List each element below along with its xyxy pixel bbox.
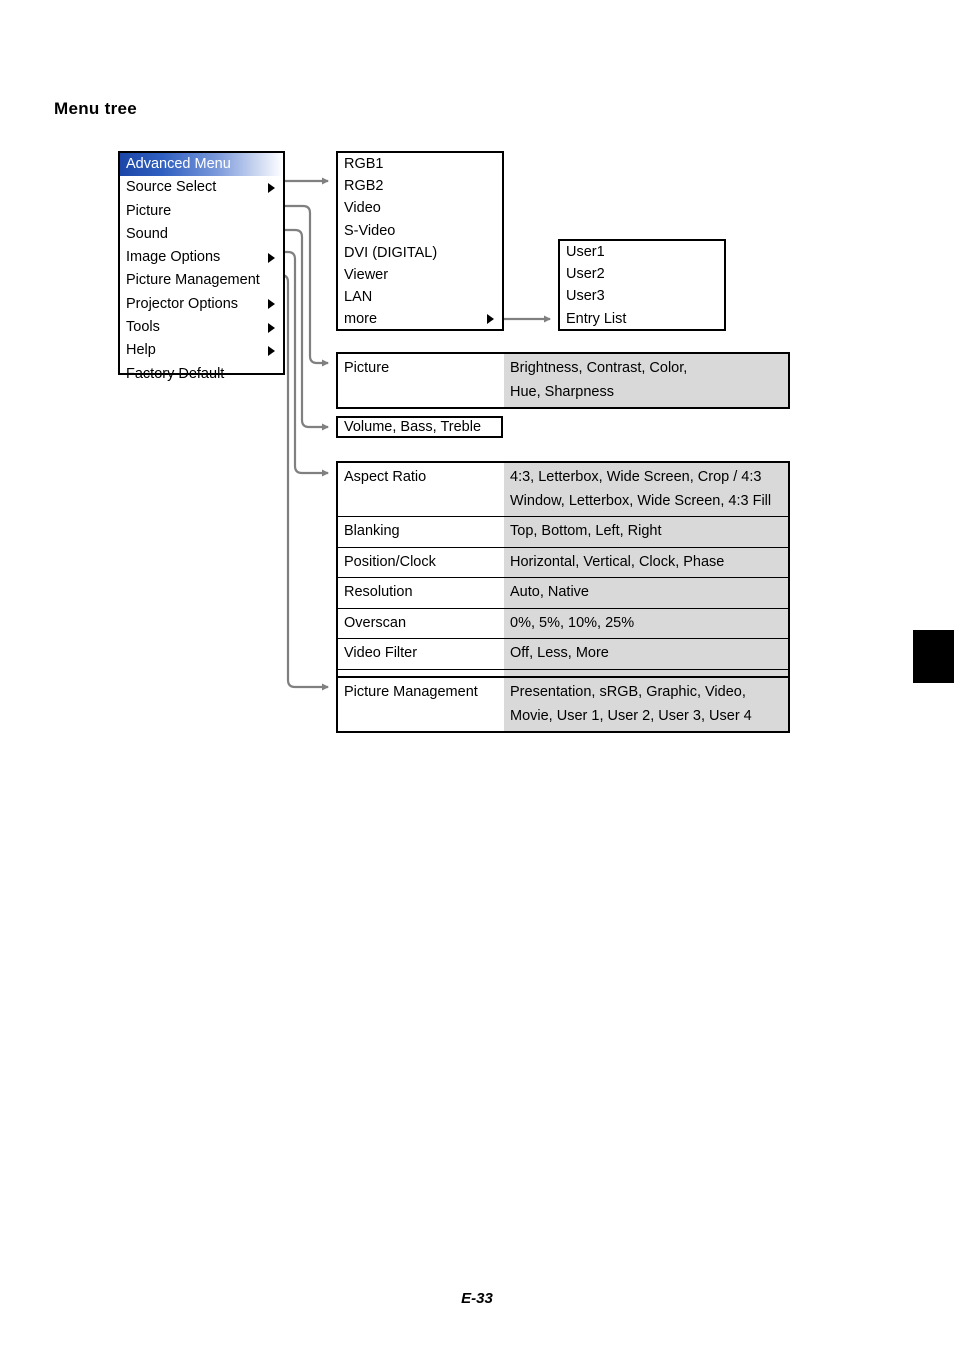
- page-number: E-33: [461, 1290, 493, 1307]
- row-values-cell: 4:3, Letterbox, Wide Screen, Crop / 4:3 …: [504, 463, 788, 516]
- user-item-user2[interactable]: User2: [560, 263, 724, 285]
- chevron-right-icon: [268, 346, 275, 357]
- chevron-right-icon: [268, 322, 275, 333]
- user-item-label: User1: [566, 244, 605, 260]
- row-name-cell: Picture Management: [338, 678, 504, 731]
- source-item-label: LAN: [344, 289, 373, 306]
- source-item-label: Video: [344, 200, 381, 217]
- table-row: Picture Management Presentation, sRGB, G…: [338, 678, 788, 731]
- table-row: Picture Brightness, Contrast, Color, Hue…: [338, 354, 788, 407]
- sound-values-box: Volume, Bass, Treble: [336, 416, 503, 438]
- source-item-rgb2[interactable]: RGB2: [338, 175, 502, 197]
- menu-item-label: Sound: [126, 225, 168, 242]
- row-values-cell: Brightness, Contrast, Color, Hue, Sharpn…: [504, 354, 788, 407]
- chevron-right-icon: [487, 314, 494, 325]
- table-row: Aspect Ratio 4:3, Letterbox, Wide Screen…: [338, 463, 788, 517]
- table-row: Position/Clock Horizontal, Vertical, Clo…: [338, 547, 788, 578]
- menu-item-projector-options[interactable]: Projector Options: [120, 293, 283, 316]
- source-item-lan[interactable]: LAN: [338, 286, 502, 308]
- source-item-video[interactable]: Video: [338, 197, 502, 219]
- row-name-cell: Picture: [338, 354, 504, 407]
- menu-item-label: Factory Default: [126, 365, 225, 382]
- row-name-cell: Aspect Ratio: [338, 463, 504, 516]
- user-list-panel: User1 User2 User3 Entry List: [558, 239, 726, 331]
- menu-item-label: Advanced Menu: [126, 156, 231, 172]
- source-item-s-video[interactable]: S-Video: [338, 220, 502, 242]
- picture-management-table: Picture Management Presentation, sRGB, G…: [336, 676, 790, 733]
- user-item-label: User3: [566, 288, 605, 305]
- row-values-cell: Auto, Native: [504, 578, 788, 608]
- row-name-cell: Resolution: [338, 578, 504, 608]
- table-row: Video Filter Off, Less, More: [338, 639, 788, 670]
- chevron-right-icon: [268, 252, 275, 263]
- menu-item-label: Help: [126, 342, 156, 359]
- user-item-user1[interactable]: User1: [560, 241, 724, 263]
- chevron-right-icon: [268, 182, 275, 193]
- user-item-user3[interactable]: User3: [560, 285, 724, 307]
- source-item-rgb1[interactable]: RGB1: [338, 153, 502, 175]
- source-item-label: RGB2: [344, 178, 384, 195]
- user-item-label: User2: [566, 266, 605, 283]
- menu-item-tools[interactable]: Tools: [120, 316, 283, 339]
- source-select-panel: RGB1 RGB2 Video S-Video DVI (DIGITAL) Vi…: [336, 151, 504, 331]
- picture-table: Picture Brightness, Contrast, Color, Hue…: [336, 352, 790, 409]
- table-row: Overscan 0%, 5%, 10%, 25%: [338, 608, 788, 639]
- row-name-cell: Overscan: [338, 608, 504, 638]
- source-item-label: RGB1: [344, 156, 384, 172]
- row-name-cell: Position/Clock: [338, 547, 504, 577]
- menu-item-sound[interactable]: Sound: [120, 223, 283, 246]
- menu-item-label: Projector Options: [126, 295, 239, 312]
- menu-item-source-select[interactable]: Source Select: [120, 176, 283, 199]
- menu-item-label: Source Select: [126, 179, 217, 196]
- menu-item-label: Image Options: [126, 249, 221, 266]
- user-item-entry-list[interactable]: Entry List: [560, 308, 724, 330]
- row-values-cell: 0%, 5%, 10%, 25%: [504, 608, 788, 638]
- menu-item-advanced-menu[interactable]: Advanced Menu: [120, 153, 283, 177]
- menu-item-picture[interactable]: Picture: [120, 200, 283, 223]
- row-name-cell: Video Filter: [338, 639, 504, 669]
- source-item-label: Viewer: [344, 266, 389, 283]
- chevron-right-icon: [268, 299, 275, 310]
- menu-item-image-options[interactable]: Image Options: [120, 246, 283, 269]
- menu-item-help[interactable]: Help: [120, 339, 283, 362]
- source-item-label: S-Video: [344, 222, 396, 239]
- user-item-label: Entry List: [566, 310, 627, 327]
- menu-item-label: Tools: [126, 319, 160, 336]
- source-item-dvi-digital[interactable]: DVI (DIGITAL): [338, 242, 502, 264]
- page-edge-tab: [913, 630, 954, 683]
- row-values-cell: Presentation, sRGB, Graphic, Video, Movi…: [504, 678, 788, 731]
- row-name-cell: Blanking: [338, 517, 504, 547]
- menu-item-label: Picture Management: [126, 272, 260, 289]
- menu-item-picture-management[interactable]: Picture Management: [120, 269, 283, 292]
- row-values-cell: Horizontal, Vertical, Clock, Phase: [504, 547, 788, 577]
- source-item-more[interactable]: more: [338, 308, 502, 330]
- source-item-label: more: [344, 311, 378, 328]
- menu-item-factory-default[interactable]: Factory Default: [120, 363, 283, 386]
- sound-values-label: Volume, Bass, Treble: [344, 419, 482, 435]
- source-item-viewer[interactable]: Viewer: [338, 264, 502, 286]
- menu-item-label: Picture: [126, 202, 172, 219]
- table-row: Resolution Auto, Native: [338, 578, 788, 609]
- advanced-menu-panel: Advanced Menu Source Select Picture Soun…: [118, 151, 285, 382]
- row-values-cell: Top, Bottom, Left, Right: [504, 517, 788, 547]
- source-item-label: DVI (DIGITAL): [344, 244, 438, 261]
- row-values-cell: Off, Less, More: [504, 639, 788, 669]
- table-row: Blanking Top, Bottom, Left, Right: [338, 517, 788, 548]
- page-title: Menu tree: [54, 99, 137, 118]
